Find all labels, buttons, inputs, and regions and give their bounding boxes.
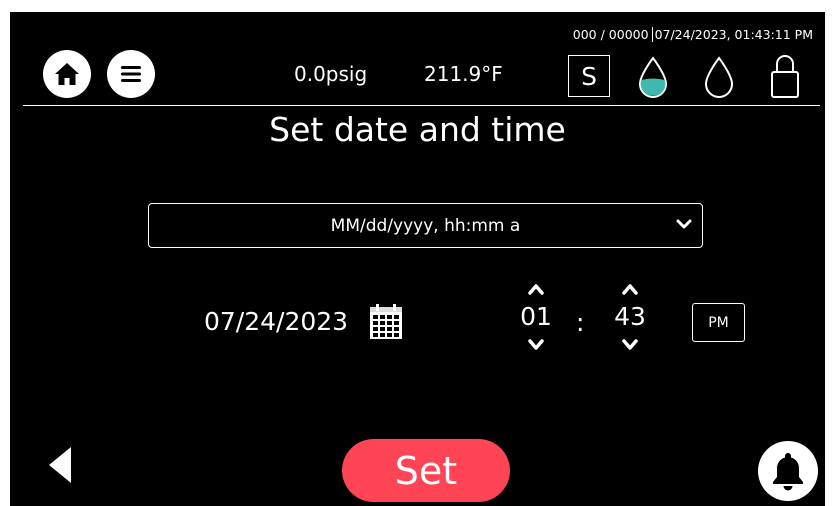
- status-line: 000 / 00000 07/24/2023, 01:43:11 PM: [573, 27, 813, 42]
- set-button[interactable]: Set: [342, 439, 510, 502]
- pressure-reading: 0.0psig: [294, 62, 368, 86]
- minute-value[interactable]: 43: [605, 298, 655, 336]
- date-format-value: MM/dd/yyyy, hh:mm a: [330, 215, 521, 236]
- page-title: Set date and time: [269, 110, 566, 149]
- home-icon: [55, 63, 79, 85]
- am-pm-toggle-button[interactable]: PM: [692, 303, 745, 342]
- hour-value[interactable]: 01: [511, 298, 561, 336]
- time-separator: :: [576, 308, 585, 337]
- status-counter: 000 / 00000: [572, 27, 649, 42]
- status-separator: [651, 27, 653, 42]
- minute-decrement-chevron-down-icon[interactable]: [620, 338, 640, 352]
- water-drop-outline-icon[interactable]: [704, 56, 734, 100]
- hour-decrement-chevron-down-icon[interactable]: [526, 338, 546, 352]
- water-drop-filled-icon[interactable]: [638, 56, 668, 100]
- menu-icon: [121, 66, 141, 82]
- calendar-icon[interactable]: [369, 304, 403, 340]
- lock-icon[interactable]: [770, 52, 800, 100]
- menu-button[interactable]: [107, 50, 155, 98]
- home-button[interactable]: [43, 50, 91, 98]
- temperature-reading: 211.9°F: [424, 62, 503, 86]
- header-divider: [23, 105, 820, 106]
- date-format-select[interactable]: MM/dd/yyyy, hh:mm a: [148, 203, 703, 248]
- status-datetime: 07/24/2023, 01:43:11 PM: [654, 27, 813, 42]
- mode-s-button[interactable]: S: [568, 55, 610, 97]
- minute-increment-chevron-up-icon[interactable]: [620, 282, 640, 296]
- screen: 000 / 00000 07/24/2023, 01:43:11 PM 0.0ps…: [10, 12, 825, 506]
- chevron-down-icon: [676, 219, 692, 229]
- bell-icon[interactable]: [757, 440, 819, 502]
- back-arrow-icon[interactable]: [45, 445, 75, 485]
- minute-spinner: 43: [605, 282, 655, 352]
- date-value[interactable]: 07/24/2023: [204, 307, 348, 336]
- hour-spinner: 01: [511, 282, 561, 352]
- hour-increment-chevron-up-icon[interactable]: [526, 282, 546, 296]
